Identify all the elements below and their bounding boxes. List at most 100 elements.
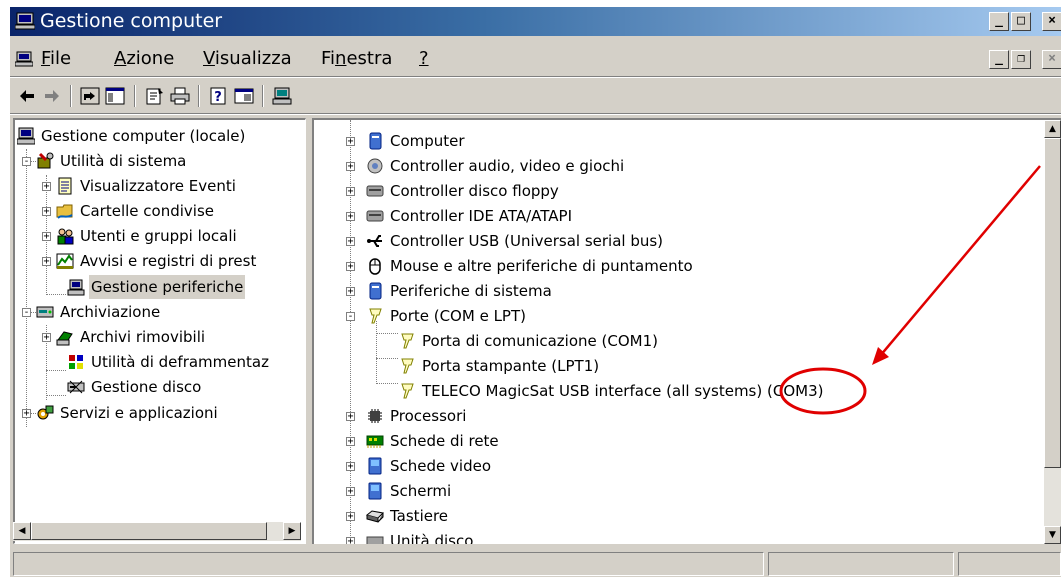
device-label: Controller IDE ATA/ATAPI xyxy=(390,207,573,225)
expand-toggle[interactable]: + xyxy=(346,162,355,172)
close-button[interactable]: × xyxy=(1042,12,1061,31)
device-label: Controller disco floppy xyxy=(390,182,559,200)
tree-connector xyxy=(350,120,351,544)
expand-toggle[interactable]: + xyxy=(42,232,51,242)
menu-azione[interactable]: Azione xyxy=(114,48,174,70)
tree-connector xyxy=(376,358,398,359)
scroll-thumb[interactable] xyxy=(1044,138,1061,468)
shared-folder-icon xyxy=(56,204,73,219)
scroll-right-button[interactable]: ▶ xyxy=(283,522,301,540)
expand-toggle[interactable]: + xyxy=(42,257,51,267)
menu-visualizza[interactable]: Visualizza xyxy=(203,48,292,70)
mdi-minimize-button[interactable]: _ xyxy=(989,50,1009,69)
expand-toggle[interactable]: + xyxy=(346,287,355,297)
help-icon[interactable]: ? xyxy=(209,86,229,106)
tree-label: Archivi rimovibili xyxy=(80,328,206,346)
expand-toggle[interactable]: + xyxy=(346,187,355,197)
tree-label: Visualizzatore Eventi xyxy=(80,177,236,195)
expand-toggle[interactable]: + xyxy=(346,462,355,472)
mdi-child-icon[interactable] xyxy=(15,51,33,67)
mdi-close-button[interactable]: × xyxy=(1042,50,1061,69)
menu-bar: File Azione Visualizza Finestra ? xyxy=(10,46,1061,72)
device-list-pane[interactable]: + Computer + Controller audio, video e g… xyxy=(312,118,1061,544)
tree-horizontal-scrollbar[interactable]: ◀ ▶ xyxy=(13,522,301,541)
scroll-thumb[interactable] xyxy=(31,522,267,540)
computer-icon xyxy=(369,132,382,150)
collapse-toggle[interactable]: - xyxy=(22,157,31,167)
users-icon xyxy=(57,228,74,245)
device-label: Computer xyxy=(390,132,465,150)
tree-label: Gestione disco xyxy=(91,378,202,396)
tree-label: Utenti e gruppi locali xyxy=(80,227,237,245)
properties-icon[interactable] xyxy=(145,86,165,106)
window-title: Gestione computer xyxy=(40,10,223,32)
up-folder-icon[interactable] xyxy=(80,86,100,106)
menu-help[interactable]: ? xyxy=(419,48,429,70)
toolbar-separator xyxy=(198,85,200,107)
services-icon xyxy=(37,405,54,420)
expand-toggle[interactable]: + xyxy=(346,137,355,147)
toolbar-separator-line xyxy=(10,113,1061,115)
svg-text:?: ? xyxy=(214,90,222,105)
back-icon[interactable] xyxy=(17,86,37,106)
menu-finestra[interactable]: Finestra xyxy=(321,48,392,70)
keyboard-icon xyxy=(366,510,384,523)
title-bar[interactable]: Gestione computer _ □ × xyxy=(10,7,1061,36)
tree-connector xyxy=(376,383,398,384)
expand-toggle[interactable]: + xyxy=(346,212,355,222)
view-icon[interactable] xyxy=(234,86,254,106)
computer-management-icon xyxy=(15,12,35,30)
port-icon xyxy=(401,383,414,399)
computer-icon[interactable] xyxy=(272,86,292,106)
expand-toggle[interactable]: + xyxy=(42,207,51,217)
expand-toggle[interactable]: + xyxy=(346,487,355,497)
status-cell-3 xyxy=(958,552,1061,576)
menu-separator xyxy=(10,76,1061,78)
status-bar xyxy=(10,548,1061,577)
maximize-button[interactable]: □ xyxy=(1011,12,1031,31)
expand-toggle[interactable]: + xyxy=(346,412,355,422)
port-icon xyxy=(369,308,382,324)
expand-toggle[interactable]: + xyxy=(42,182,51,192)
scroll-left-button[interactable]: ◀ xyxy=(13,522,31,540)
collapse-toggle[interactable]: - xyxy=(22,308,31,318)
device-label: TELECO MagicSat USB interface (all syste… xyxy=(422,382,824,400)
scroll-up-button[interactable]: ▲ xyxy=(1044,120,1061,138)
tree-label: Avvisi e registri di prest xyxy=(80,252,257,270)
expand-toggle[interactable]: + xyxy=(346,237,355,247)
device-list-vertical-scrollbar[interactable]: ▲ ▼ xyxy=(1044,120,1061,544)
tree-label: Utilità di deframmentaz xyxy=(91,353,269,371)
minimize-button[interactable]: _ xyxy=(989,12,1009,31)
disk-drive-icon xyxy=(366,536,384,544)
ide-controller-icon xyxy=(366,210,384,222)
status-cell-2 xyxy=(768,552,954,576)
console-tree-pane[interactable]: Gestione computer (locale) - Utilità di … xyxy=(13,118,306,544)
device-label: Mouse e altre periferiche di puntamento xyxy=(390,257,693,275)
audio-icon xyxy=(367,158,383,174)
monitor-icon xyxy=(368,482,382,500)
mdi-restore-button[interactable]: ❐ xyxy=(1011,50,1031,69)
device-manager-icon xyxy=(67,279,85,296)
expand-toggle[interactable]: + xyxy=(346,262,355,272)
expand-toggle[interactable]: + xyxy=(346,512,355,522)
tree-label: Cartelle condivise xyxy=(80,202,214,220)
forward-icon[interactable] xyxy=(42,86,62,106)
collapse-toggle[interactable]: - xyxy=(346,312,355,322)
tree-label: Gestione periferiche xyxy=(89,275,246,299)
show-hide-tree-icon[interactable] xyxy=(105,86,125,106)
menu-file[interactable]: File xyxy=(41,48,71,70)
device-label: Schede di rete xyxy=(390,432,499,450)
print-icon[interactable] xyxy=(170,86,190,106)
device-label: Schede video xyxy=(390,457,491,475)
expand-toggle[interactable]: + xyxy=(346,437,355,447)
tree-connector xyxy=(46,294,66,295)
expand-toggle[interactable]: + xyxy=(42,333,51,343)
removable-storage-icon xyxy=(56,331,73,346)
expand-toggle[interactable]: + xyxy=(22,409,31,419)
expand-toggle[interactable]: + xyxy=(346,537,355,544)
device-label: Porta stampante (LPT1) xyxy=(422,357,600,375)
storage-icon xyxy=(36,306,54,318)
scroll-down-button[interactable]: ▼ xyxy=(1044,526,1061,544)
computer-management-window: Gestione computer _ □ × File Azione Visu… xyxy=(10,7,1061,577)
disk-management-icon xyxy=(67,380,85,394)
